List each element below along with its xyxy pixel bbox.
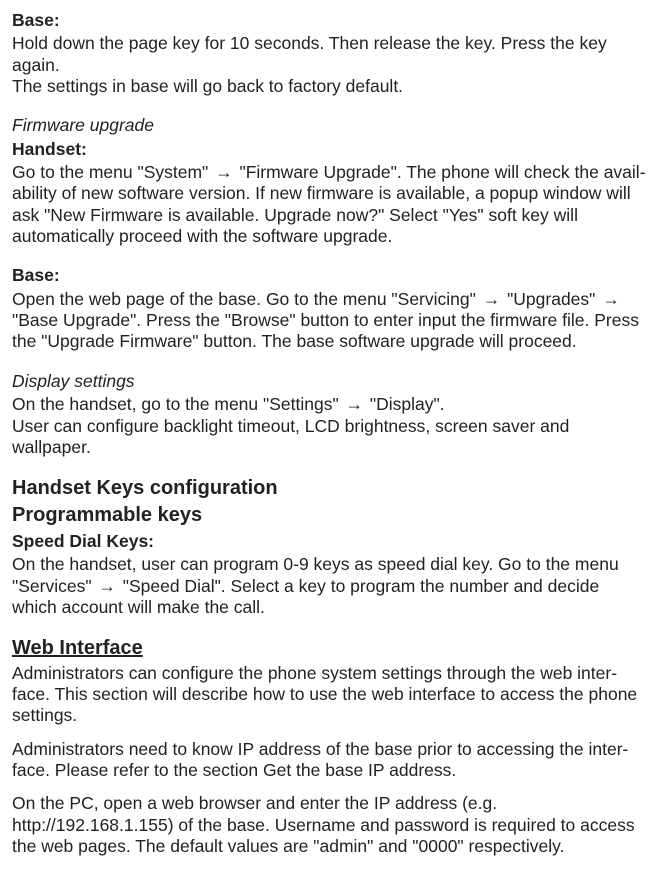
arrow-icon: → — [346, 394, 364, 414]
heading-web-interface: Web Interface — [12, 636, 649, 660]
body-line: "Services" → "Speed Dial". Select a key … — [12, 576, 649, 597]
section-base-reset: Base: Hold down the page key for 10 seco… — [12, 10, 649, 97]
text-fragment: Open the web page of the base. Go to the… — [12, 289, 481, 309]
body-line: http://192.168.1.155) of the base. Usern… — [12, 815, 649, 836]
arrow-icon: → — [602, 289, 620, 309]
body-line: Administrators can configure the phone s… — [12, 663, 649, 684]
heading-handset: Handset: — [12, 139, 649, 160]
heading-display-settings: Display settings — [12, 371, 649, 392]
text-fragment: "Display". — [365, 394, 445, 414]
section-web-interface: Web Interface Administrators can configu… — [12, 636, 649, 857]
arrow-icon: → — [215, 162, 233, 182]
body-line: "Base Upgrade". Press the "Browse" butto… — [12, 310, 649, 331]
body-line: User can configure backlight timeout, LC… — [12, 416, 649, 459]
body-line: On the PC, open a web browser and enter … — [12, 793, 649, 814]
section-handset-keys: Handset Keys configuration Programmable … — [12, 476, 649, 618]
document-page: Base: Hold down the page key for 10 seco… — [0, 0, 661, 877]
heading-base: Base: — [12, 10, 649, 31]
body-line: The settings in base will go back to fac… — [12, 76, 649, 97]
text-fragment: "Services" — [12, 576, 96, 596]
body-line: automatically proceed with the software … — [12, 226, 649, 247]
body-line: On the handset, user can program 0-9 key… — [12, 554, 649, 575]
text-fragment: "Speed Dial". Select a key to program th… — [118, 576, 599, 596]
body-line: ability of new software version. If new … — [12, 183, 649, 204]
heading-programmable-keys: Programmable keys — [12, 503, 649, 527]
heading-base: Base: — [12, 265, 649, 286]
heading-speed-dial: Speed Dial Keys: — [12, 531, 649, 552]
body-line: the web pages. The default values are "a… — [12, 836, 649, 857]
body-line: Go to the menu "System" → "Firmware Upgr… — [12, 162, 649, 183]
body-line: which account will make the call. — [12, 597, 649, 618]
body-line: On the handset, go to the menu "Settings… — [12, 394, 649, 415]
text-fragment: Go to the menu "System" — [12, 162, 213, 182]
body-line: settings. — [12, 705, 649, 726]
arrow-icon: → — [98, 576, 116, 596]
section-base-upgrade: Base: Open the web page of the base. Go … — [12, 265, 649, 352]
heading-firmware-upgrade: Firmware upgrade — [12, 115, 649, 136]
text-fragment: On the handset, go to the menu "Settings… — [12, 394, 344, 414]
body-line: face. Please refer to the section Get th… — [12, 760, 649, 781]
arrow-icon: → — [483, 289, 501, 309]
heading-handset-keys-config: Handset Keys configuration — [12, 476, 649, 500]
body-line: the "Upgrade Firmware" button. The base … — [12, 331, 649, 352]
text-fragment: "Firmware Upgrade". The phone will check… — [235, 162, 646, 182]
text-fragment: "Upgrades" — [502, 289, 600, 309]
body-line: face. This section will describe how to … — [12, 684, 649, 705]
body-line: Open the web page of the base. Go to the… — [12, 289, 649, 310]
section-firmware-upgrade: Firmware upgrade Handset: Go to the menu… — [12, 115, 649, 247]
section-display-settings: Display settings On the handset, go to t… — [12, 371, 649, 458]
body-line: Hold down the page key for 10 seconds. T… — [12, 33, 649, 76]
body-line: Administrators need to know IP address o… — [12, 739, 649, 760]
body-line: ask "New Firmware is available. Upgrade … — [12, 205, 649, 226]
